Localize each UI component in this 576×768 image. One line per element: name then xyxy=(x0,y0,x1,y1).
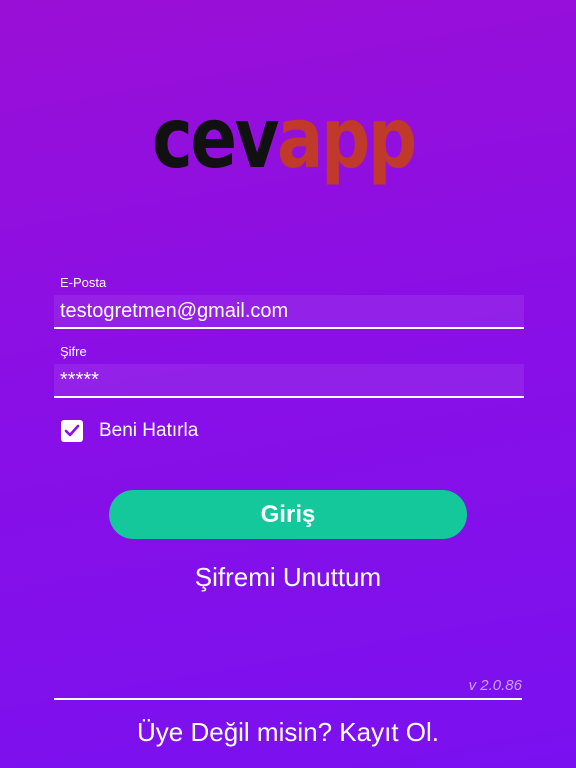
login-button[interactable]: Giriş xyxy=(109,490,467,539)
password-value: ***** xyxy=(60,368,99,391)
remember-me-label: Beni Hatırla xyxy=(99,420,199,441)
logo-text-app: app xyxy=(276,89,417,187)
email-field[interactable]: testogretmen@gmail.com xyxy=(54,295,524,329)
email-label: E-Posta xyxy=(60,275,107,290)
app-logo: cev app xyxy=(152,96,444,216)
forgot-password-link[interactable]: Şifremi Unuttum xyxy=(0,562,576,593)
password-field[interactable]: ***** xyxy=(54,364,524,398)
footer-divider xyxy=(54,698,522,700)
email-value: testogretmen@gmail.com xyxy=(60,299,289,322)
remember-me-checkbox[interactable] xyxy=(61,420,83,442)
logo-text-cev: cev xyxy=(152,89,280,187)
register-link[interactable]: Üye Değil misin? Kayıt Ol. xyxy=(0,717,576,748)
checkmark-icon xyxy=(64,424,80,437)
version-label: v 2.0.86 xyxy=(468,677,522,694)
remember-me-row[interactable]: Beni Hatırla xyxy=(61,420,198,442)
password-label: Şifre xyxy=(60,344,87,359)
